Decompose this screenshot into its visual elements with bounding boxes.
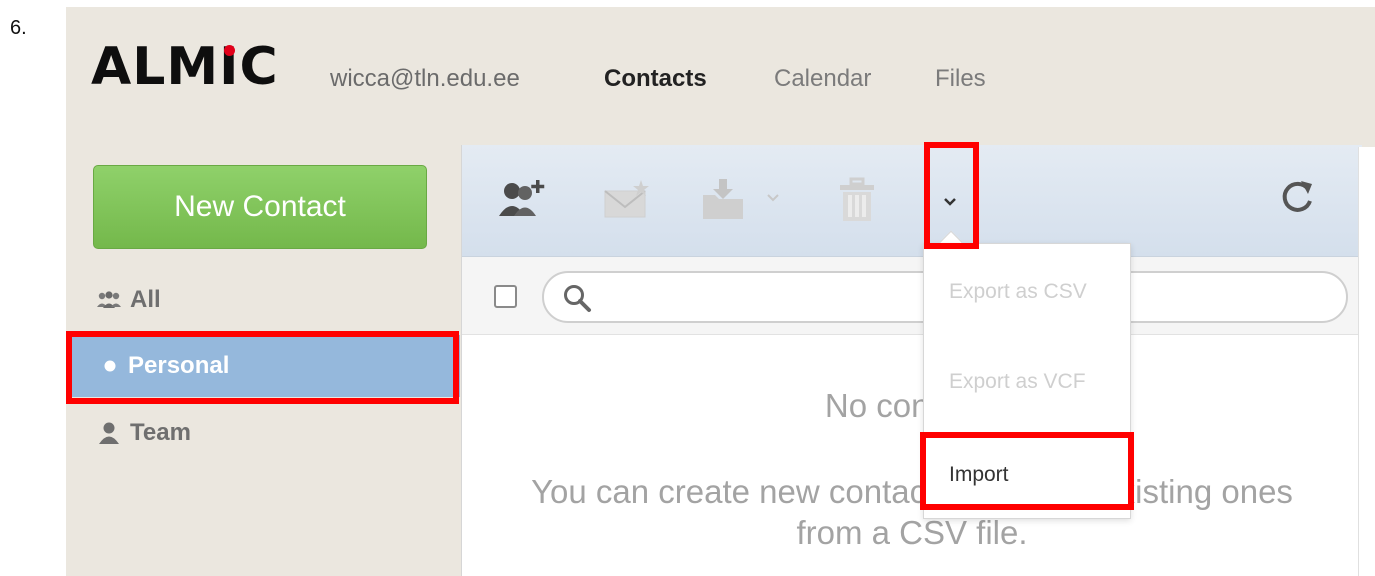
sidebar-item-label: Personal bbox=[128, 352, 230, 379]
menu-item-export-csv[interactable]: Export as CSV bbox=[924, 280, 1130, 304]
sidebar-item-all[interactable]: All bbox=[66, 269, 460, 331]
email-icon[interactable] bbox=[600, 175, 656, 223]
user-email: wicca@tln.edu.ee bbox=[330, 65, 520, 92]
app-window: ALMI C wicca@tln.edu.ee Contacts Calendar… bbox=[66, 7, 1375, 576]
toolbar bbox=[462, 145, 1362, 257]
sidebar-item-label: All bbox=[130, 286, 161, 313]
step-number: 6. bbox=[10, 17, 27, 39]
more-chevron-icon[interactable] bbox=[939, 191, 961, 213]
refresh-icon[interactable] bbox=[1277, 175, 1317, 219]
nav-files[interactable]: Files bbox=[935, 65, 986, 93]
empty-state-title: No contacts bbox=[824, 387, 1000, 424]
empty-state-line-2: from a CSV file. bbox=[796, 514, 1028, 551]
more-actions-menu: Export as CSV Export as VCF Import bbox=[923, 243, 1131, 519]
move-to-folder-icon[interactable] bbox=[698, 175, 750, 223]
app-logo: ALMI C bbox=[91, 37, 279, 97]
chevron-down-icon[interactable] bbox=[764, 189, 782, 207]
logo-dot bbox=[224, 45, 236, 56]
group-icon bbox=[96, 290, 122, 310]
nav-contacts[interactable]: Contacts bbox=[604, 65, 707, 93]
empty-state-line-1: You can create new contacts or import ex… bbox=[531, 473, 1293, 510]
add-contact-icon[interactable] bbox=[495, 173, 555, 223]
search-row bbox=[462, 257, 1362, 335]
trash-icon[interactable] bbox=[834, 175, 880, 225]
search-icon bbox=[562, 283, 592, 318]
menu-item-import[interactable]: Import bbox=[924, 463, 1130, 487]
contacts-panel: No contacts You can create new contacts … bbox=[461, 145, 1362, 576]
sidebar-item-label: Team bbox=[130, 419, 191, 446]
select-all-checkbox[interactable] bbox=[494, 285, 517, 308]
sidebar-item-team[interactable]: Team bbox=[66, 402, 460, 464]
empty-state-message: You can create new contacts or import ex… bbox=[462, 471, 1362, 553]
person-icon bbox=[96, 421, 122, 445]
sidebar-item-personal[interactable]: Personal bbox=[66, 335, 460, 397]
new-contact-button[interactable]: New Contact bbox=[93, 165, 427, 249]
bullet-icon bbox=[104, 360, 116, 372]
menu-item-export-vcf[interactable]: Export as VCF bbox=[924, 370, 1130, 394]
nav-calendar[interactable]: Calendar bbox=[774, 65, 871, 93]
right-panel-edge bbox=[1358, 147, 1375, 576]
